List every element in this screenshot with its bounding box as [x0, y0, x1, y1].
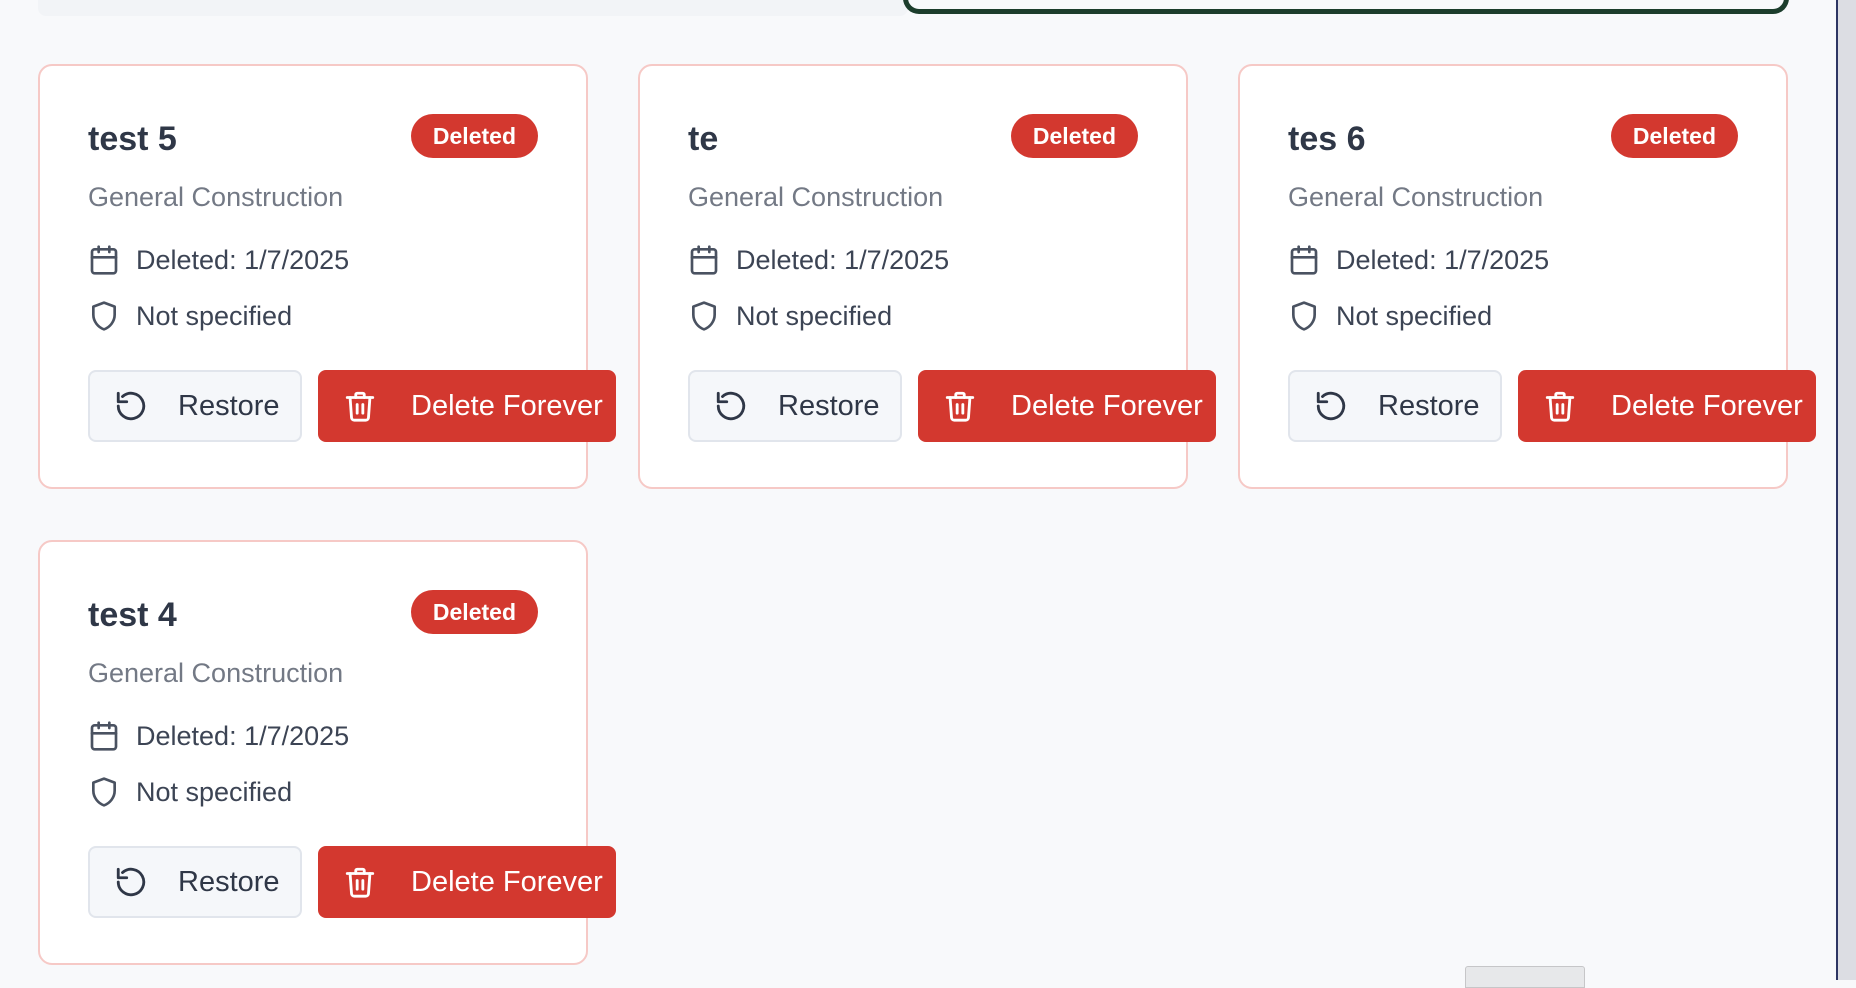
project-type: Not specified: [136, 776, 293, 807]
project-title: te: [688, 120, 719, 158]
rotate-ccw-icon: [716, 391, 746, 421]
delete-forever-label: Delete Forever: [1011, 389, 1203, 422]
restore-label: Restore: [1378, 389, 1480, 422]
delete-forever-label: Delete Forever: [411, 389, 603, 422]
delete-forever-button[interactable]: Delete Forever: [918, 370, 1216, 442]
status-badge: Deleted: [410, 590, 538, 634]
side-panel-edge: [1836, 0, 1856, 980]
project-category: General Construction: [88, 182, 344, 212]
project-type-row: Not specified: [88, 776, 292, 808]
deleted-date-row: Deleted: 1/7/2025: [688, 244, 949, 276]
rotate-ccw-icon: [116, 867, 146, 897]
shield-icon: [1292, 301, 1316, 331]
search-field[interactable]: [903, 0, 1789, 14]
calendar-icon: [690, 245, 718, 275]
restore-label: Restore: [178, 865, 280, 898]
deleted-date-row: Deleted: 1/7/2025: [1288, 244, 1549, 276]
shield-icon: [92, 301, 116, 331]
status-badge: Deleted: [1010, 114, 1138, 158]
project-type: Not specified: [136, 300, 293, 331]
project-title: test 4: [88, 596, 177, 634]
restore-button[interactable]: Restore: [88, 846, 302, 918]
project-category: General Construction: [688, 182, 944, 212]
restore-button[interactable]: Restore: [1288, 370, 1502, 442]
calendar-icon: [90, 721, 118, 751]
trash-icon: [345, 391, 375, 422]
restore-button[interactable]: Restore: [688, 370, 902, 442]
project-type-row: Not specified: [688, 300, 892, 332]
project-type-row: Not specified: [88, 300, 292, 332]
deleted-project-card: test 4 Deleted General Construction Dele…: [38, 540, 616, 965]
deleted-date-row: Deleted: 1/7/2025: [88, 720, 349, 752]
status-badge: Deleted: [410, 114, 538, 158]
project-title: tes 6: [1288, 120, 1366, 158]
delete-forever-button[interactable]: Delete Forever: [318, 846, 616, 918]
deleted-project-card: test 5 Deleted General Construction Dele…: [38, 64, 616, 489]
delete-forever-label: Delete Forever: [1611, 389, 1803, 422]
shield-icon: [692, 301, 716, 331]
project-category: General Construction: [88, 658, 344, 688]
deleted-project-card: tes 6 Deleted General Construction Delet…: [1238, 64, 1816, 489]
trash-icon: [345, 867, 375, 898]
project-type: Not specified: [1336, 300, 1493, 331]
restore-button[interactable]: Restore: [88, 370, 302, 442]
delete-forever-button[interactable]: Delete Forever: [1518, 370, 1816, 442]
calendar-icon: [1290, 245, 1318, 275]
top-toolbar: [38, 0, 908, 16]
deleted-date-row: Deleted: 1/7/2025: [88, 244, 349, 276]
restore-label: Restore: [178, 389, 280, 422]
calendar-icon: [90, 245, 118, 275]
project-category: General Construction: [1288, 182, 1544, 212]
project-type-row: Not specified: [1288, 300, 1492, 332]
deleted-project-card: te Deleted General Construction Deleted:…: [638, 64, 1216, 489]
delete-forever-label: Delete Forever: [411, 865, 603, 898]
delete-forever-button[interactable]: Delete Forever: [318, 370, 616, 442]
deleted-date: Deleted: 1/7/2025: [736, 244, 950, 275]
shield-icon: [92, 777, 116, 807]
status-badge: Deleted: [1610, 114, 1738, 158]
rotate-ccw-icon: [116, 391, 146, 421]
trash-icon: [1545, 391, 1575, 422]
popup-tab: [1465, 966, 1585, 988]
trash-icon: [945, 391, 975, 422]
project-title: test 5: [88, 120, 177, 158]
deleted-date: Deleted: 1/7/2025: [136, 244, 350, 275]
project-type: Not specified: [736, 300, 893, 331]
deleted-date: Deleted: 1/7/2025: [136, 720, 350, 751]
rotate-ccw-icon: [1316, 391, 1346, 421]
restore-label: Restore: [778, 389, 880, 422]
deleted-date: Deleted: 1/7/2025: [1336, 244, 1550, 275]
